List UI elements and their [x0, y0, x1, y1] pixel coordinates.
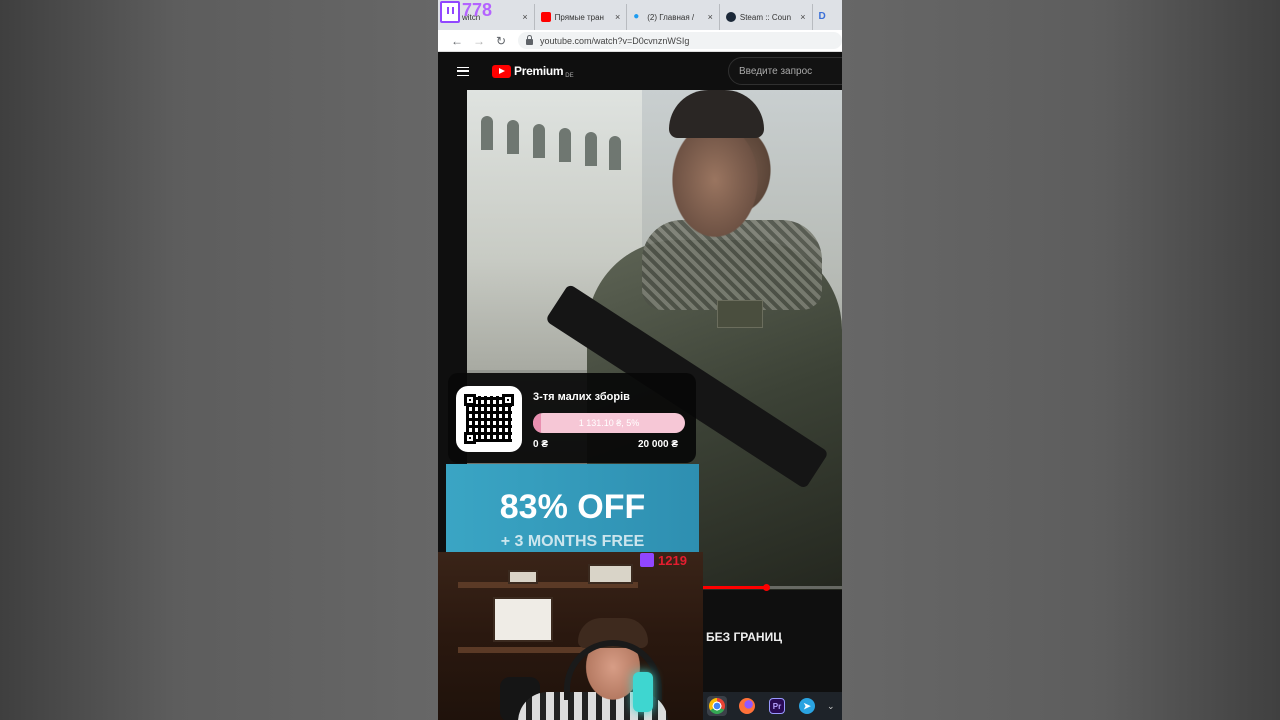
tab-close-icon[interactable]: ×	[708, 12, 713, 22]
viewers-icon	[640, 553, 654, 567]
webcam-feed	[438, 552, 703, 720]
qr-finder	[502, 394, 514, 406]
premiere-icon: Pr	[769, 698, 785, 714]
youtube-brand: Premium	[514, 64, 564, 78]
tab-youtube-live[interactable]: Прямые тран ×	[535, 4, 628, 30]
tab-close-icon[interactable]: ×	[522, 12, 527, 22]
stream-frame: witch × Прямые тран × ● (2) Главная / × …	[438, 0, 842, 720]
browser-tab-strip: witch × Прямые тран × ● (2) Главная / × …	[438, 0, 842, 30]
youtube-play-icon	[492, 64, 511, 78]
tab-close-icon[interactable]: ×	[615, 12, 620, 22]
youtube-logo[interactable]: Premium DE	[492, 64, 574, 79]
forward-arrow-icon[interactable]: →	[468, 34, 490, 48]
qr-finder	[464, 394, 476, 406]
address-bar[interactable]: youtube.com/watch?v=D0cvnznWSIg	[518, 32, 842, 49]
ad-subline: + 3 MONTHS FREE	[500, 533, 645, 550]
steam-favicon-icon	[725, 12, 736, 22]
qr-code	[456, 386, 522, 452]
donation-min-label: 0 ₴	[533, 439, 549, 450]
donation-progress-text: 1 131.10 ₴, 5%	[578, 418, 640, 428]
country-code: DE	[565, 72, 574, 79]
tab-label: (2) Главная /	[647, 12, 695, 22]
tab-label: Steam :: Coun	[739, 12, 792, 22]
tab-close-icon[interactable]: ×	[800, 12, 805, 22]
tab-twitter[interactable]: ● (2) Главная / ×	[627, 4, 720, 30]
video-progress-fill	[703, 586, 766, 589]
viewer-count: 1219	[658, 553, 687, 568]
taskbar-firefox[interactable]	[737, 696, 757, 716]
windows-taskbar: Pr ➤ ⌄	[703, 692, 842, 720]
blurred-background-right	[842, 0, 1280, 720]
webcam-frame	[508, 570, 538, 584]
taskbar-premiere[interactable]: Pr	[767, 696, 787, 716]
microphone-icon	[633, 672, 653, 712]
tab-d[interactable]: D	[813, 4, 842, 30]
youtube-header: Premium DE Введите запрос	[438, 52, 842, 90]
webcam-poster	[493, 597, 553, 642]
reload-icon[interactable]: ↻	[490, 34, 512, 48]
video-uniform-patch	[717, 300, 763, 328]
ad-banner[interactable]: 83% OFF + 3 MONTHS FREE	[446, 464, 699, 552]
webcam-frame	[588, 564, 633, 584]
twitch-follower-count: 778	[462, 0, 493, 20]
donation-max-label: 20 000 ₴	[638, 439, 679, 450]
blurred-background-left	[0, 0, 438, 720]
qr-finder	[464, 432, 476, 444]
video-caption: БЕЗ ГРАНИЦ	[706, 630, 782, 644]
ad-headline: 83% OFF	[499, 488, 646, 526]
firefox-icon	[739, 698, 755, 714]
tab-steam[interactable]: Steam :: Coun ×	[720, 4, 813, 30]
browser-toolbar: ← → ↻ youtube.com/watch?v=D0cvnznWSIg	[438, 30, 842, 52]
back-arrow-icon[interactable]: ←	[446, 34, 468, 48]
twitch-logo-icon	[440, 1, 460, 23]
lock-icon	[526, 34, 533, 45]
donation-progress-bar: 1 131.10 ₴, 5%	[533, 413, 685, 433]
twitter-favicon-icon: ●	[633, 11, 640, 22]
chrome-icon	[709, 698, 725, 714]
taskbar-chrome[interactable]	[707, 696, 727, 716]
search-input[interactable]: Введите запрос	[728, 57, 842, 85]
d-favicon-icon: D	[818, 11, 826, 22]
taskbar-overflow-icon[interactable]: ⌄	[827, 701, 835, 712]
tab-label: Прямые тран	[554, 12, 604, 22]
donation-widget: 3-тя малих зборів 1 131.10 ₴, 5% 0 ₴ 20 …	[448, 373, 696, 463]
donation-title: 3-тя малих зборів	[533, 391, 630, 403]
taskbar-telegram[interactable]: ➤	[797, 696, 817, 716]
youtube-favicon-icon	[540, 12, 551, 22]
video-progress-scrubber[interactable]	[762, 584, 770, 591]
url-text: youtube.com/watch?v=D0cvnznWSIg	[540, 35, 690, 46]
telegram-icon: ➤	[799, 698, 815, 714]
menu-icon[interactable]	[457, 66, 469, 76]
